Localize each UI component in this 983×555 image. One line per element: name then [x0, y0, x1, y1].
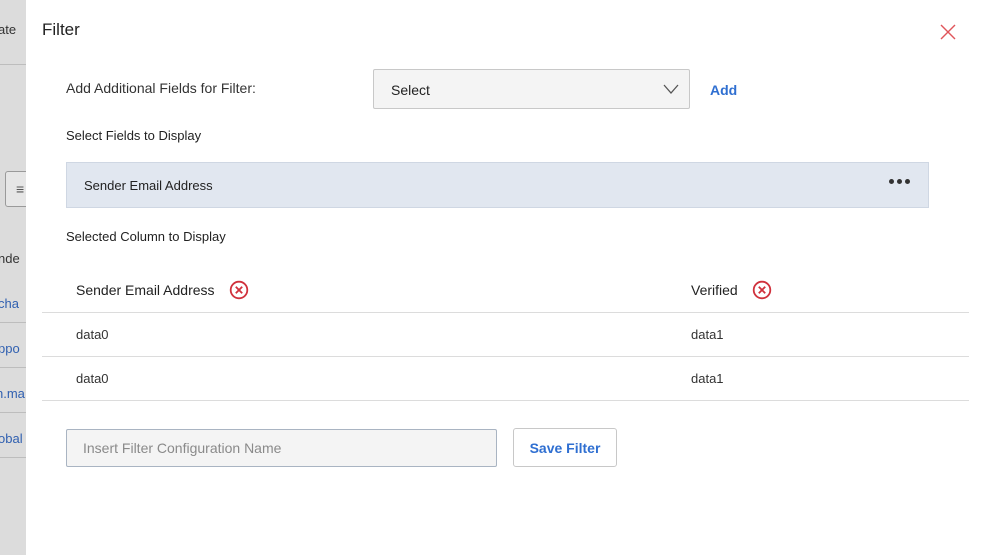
- more-horizontal-icon[interactable]: [889, 179, 910, 184]
- table-cell: data1: [691, 327, 724, 342]
- background-divider: [0, 457, 26, 458]
- select-fields-label: Select Fields to Display: [66, 128, 202, 143]
- background-divider: [0, 367, 26, 368]
- background-divider: [0, 64, 26, 65]
- field-chip-label: Sender Email Address: [84, 178, 213, 193]
- background-filter-button: ≡: [5, 171, 26, 207]
- close-icon: [940, 24, 956, 40]
- background-row-link: cha: [0, 296, 19, 311]
- background-divider: [0, 322, 26, 323]
- table-cell: data0: [76, 327, 109, 342]
- additional-fields-label: Add Additional Fields for Filter:: [66, 80, 256, 96]
- selected-columns-label: Selected Column to Display: [66, 229, 226, 244]
- close-button[interactable]: [938, 22, 958, 42]
- field-chip-sender-email[interactable]: Sender Email Address: [66, 162, 929, 208]
- filter-modal: Filter Add Additional Fields for Filter:…: [26, 0, 983, 555]
- table-cell: data1: [691, 371, 724, 386]
- chevron-down-icon: [663, 84, 679, 94]
- additional-fields-select[interactable]: Select: [373, 69, 690, 109]
- table-row: data0 data1: [42, 313, 969, 357]
- column-header-label: Sender Email Address: [76, 282, 215, 298]
- column-header-label: Verified: [691, 282, 738, 298]
- table-header: Sender Email Address Verified: [42, 265, 969, 313]
- background-row-link: ppo: [0, 341, 20, 356]
- background-page: ate ≡ nde cha ppo n.ma obal: [0, 0, 26, 555]
- modal-title: Filter: [42, 20, 80, 39]
- filter-config-name-input[interactable]: [66, 429, 497, 467]
- list-filter-icon: ≡: [16, 181, 25, 197]
- column-header-verified: Verified: [691, 280, 772, 300]
- remove-circle-icon[interactable]: [229, 280, 249, 300]
- background-row-link: obal: [0, 431, 23, 446]
- background-label: ate: [0, 22, 17, 37]
- table-row: data0 data1: [42, 357, 969, 401]
- column-header-sender-email: Sender Email Address: [76, 280, 249, 300]
- save-filter-button[interactable]: Save Filter: [513, 428, 617, 467]
- remove-circle-icon[interactable]: [752, 280, 772, 300]
- table-cell: data0: [76, 371, 109, 386]
- add-field-button[interactable]: Add: [710, 82, 737, 98]
- select-value: Select: [391, 82, 430, 98]
- background-column-header: nde: [0, 251, 20, 266]
- background-divider: [0, 412, 26, 413]
- background-row-link: n.ma: [0, 386, 25, 401]
